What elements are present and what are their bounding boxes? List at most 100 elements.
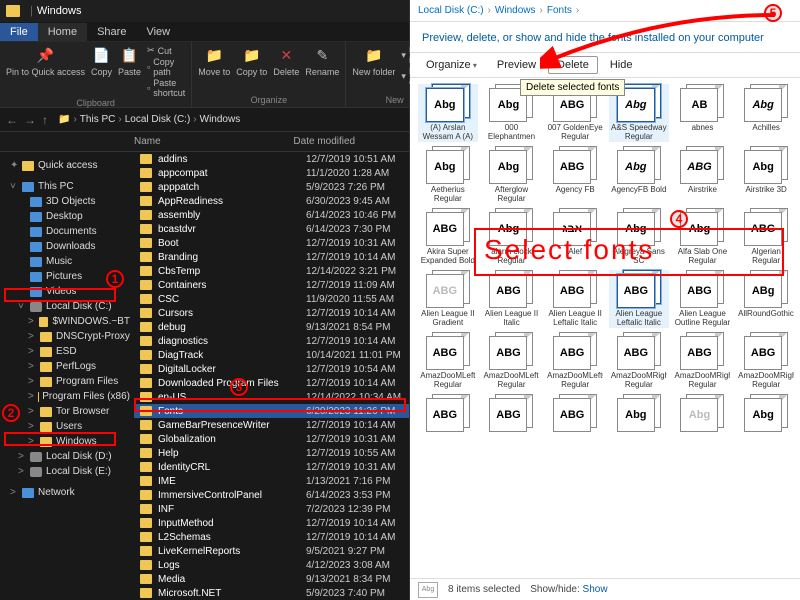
cut-button[interactable]: ✂ Cut bbox=[147, 45, 185, 56]
file-row[interactable]: DiagTrack10/14/2021 11:01 PM bbox=[134, 348, 409, 362]
font-card[interactable]: ABGAmazDooMRight2 Regular bbox=[673, 332, 733, 390]
tree-c-1[interactable]: >DNSCrypt-Proxy bbox=[0, 329, 134, 344]
font-card[interactable]: ABgAllRoundGothic- bbox=[736, 270, 796, 328]
font-card[interactable]: ABGAlien League II Leftalic Italic bbox=[545, 270, 605, 328]
file-row[interactable]: diagnostics12/7/2019 10:14 AM bbox=[134, 334, 409, 348]
font-card[interactable]: ABGAlien League II Italic bbox=[482, 270, 542, 328]
file-row[interactable]: Fonts6/20/2023 11:26 PM bbox=[134, 404, 409, 418]
tab-home[interactable]: Home bbox=[38, 23, 87, 41]
file-row[interactable]: Downloaded Program Files12/7/2019 10:14 … bbox=[134, 376, 409, 390]
font-card[interactable]: ABGAlien League Outline Regular bbox=[673, 270, 733, 328]
font-card[interactable]: Abg(A) Arslan Wessam A (A) Arslan Wessam… bbox=[418, 84, 478, 142]
tree-thispc[interactable]: ˅This PC bbox=[0, 179, 134, 194]
forward-icon[interactable]: → bbox=[24, 113, 36, 127]
font-card[interactable]: ABGAmazDooMRightOutline Regular bbox=[736, 332, 796, 390]
tree-pc-1[interactable]: Desktop bbox=[0, 209, 134, 224]
tree-c-6[interactable]: >Tor Browser bbox=[0, 404, 134, 419]
font-card[interactable]: אבגAlef bbox=[545, 208, 605, 266]
font-card[interactable]: ABGAmazDooMLeftOutline Regular bbox=[545, 332, 605, 390]
tree-locald[interactable]: >Local Disk (D:) bbox=[0, 449, 134, 464]
file-row[interactable]: assembly6/14/2023 10:46 PM bbox=[134, 208, 409, 222]
file-row[interactable]: Boot12/7/2019 10:31 AM bbox=[134, 236, 409, 250]
font-card[interactable]: Abg bbox=[609, 394, 669, 452]
back-icon[interactable]: ← bbox=[6, 113, 18, 127]
copypath-button[interactable]: ▫ Copy path bbox=[147, 57, 185, 77]
file-row[interactable]: debug9/13/2021 8:54 PM bbox=[134, 320, 409, 334]
pin-button[interactable]: 📌Pin to Quick access bbox=[6, 45, 85, 98]
tree-pc-5[interactable]: Pictures bbox=[0, 269, 134, 284]
file-row[interactable]: DigitalLocker12/7/2019 10:54 AM bbox=[134, 362, 409, 376]
file-row[interactable]: Containers12/7/2019 11:09 AM bbox=[134, 278, 409, 292]
hide-button[interactable]: Hide bbox=[602, 57, 641, 73]
tree-c-2[interactable]: >ESD bbox=[0, 344, 134, 359]
file-row[interactable]: Logs4/12/2023 3:08 AM bbox=[134, 558, 409, 572]
tree-network[interactable]: >Network bbox=[0, 485, 134, 500]
file-row[interactable]: Branding12/7/2019 10:14 AM bbox=[134, 250, 409, 264]
file-row[interactable]: GameBarPresenceWriter12/7/2019 10:14 AM bbox=[134, 418, 409, 432]
pasteshortcut-button[interactable]: ▫ Paste shortcut bbox=[147, 78, 185, 98]
file-row[interactable]: CbsTemp12/14/2022 3:21 PM bbox=[134, 264, 409, 278]
file-row[interactable]: LiveKernelReports9/5/2021 9:27 PM bbox=[134, 544, 409, 558]
file-row[interactable]: InputMethod12/7/2019 10:14 AM bbox=[134, 516, 409, 530]
file-row[interactable]: INF7/2/2023 12:39 PM bbox=[134, 502, 409, 516]
font-card[interactable]: ABGAmazDooMRight Regular bbox=[609, 332, 669, 390]
font-card[interactable]: ABGAlgerian Regular bbox=[736, 208, 796, 266]
tree-c-5[interactable]: >Program Files (x86) bbox=[0, 389, 134, 404]
file-row[interactable]: en-US12/14/2022 10:34 AM bbox=[134, 390, 409, 404]
tree-pc-2[interactable]: Documents bbox=[0, 224, 134, 239]
file-row[interactable]: IdentityCRL12/7/2019 10:31 AM bbox=[134, 460, 409, 474]
tree-c-0[interactable]: >$WINDOWS.~BT bbox=[0, 314, 134, 329]
tree-pc-4[interactable]: Music bbox=[0, 254, 134, 269]
tree-c-7[interactable]: >Users bbox=[0, 419, 134, 434]
file-row[interactable]: CSC11/9/2020 11:55 AM bbox=[134, 292, 409, 306]
file-row[interactable]: AppReadiness6/30/2023 9:45 AM bbox=[134, 194, 409, 208]
breadcrumb[interactable]: ← → ↑ 📁› This PC› Local Disk (C:)› Windo… bbox=[0, 108, 409, 132]
tab-share[interactable]: Share bbox=[87, 23, 136, 41]
organize-button[interactable]: Organize bbox=[418, 57, 485, 73]
file-row[interactable]: Microsoft.NET5/9/2023 7:40 PM bbox=[134, 586, 409, 600]
font-card[interactable]: Abgalarm clock Regular bbox=[482, 208, 542, 266]
font-card[interactable]: ABGAmazDooMLeft Regular bbox=[418, 332, 478, 390]
font-card[interactable]: ABGAgency FB bbox=[545, 146, 605, 204]
font-card[interactable]: ABGAlien League II Gradient bbox=[418, 270, 478, 328]
font-card[interactable]: ABabnes bbox=[673, 84, 733, 142]
file-row[interactable]: bcastdvr6/14/2023 7:30 PM bbox=[134, 222, 409, 236]
file-row[interactable]: Cursors12/7/2019 10:14 AM bbox=[134, 306, 409, 320]
file-row[interactable]: Globalization12/7/2019 10:31 AM bbox=[134, 432, 409, 446]
tree-localc[interactable]: ˅Local Disk (C:) bbox=[0, 299, 134, 314]
file-row[interactable]: Media9/13/2021 8:34 PM bbox=[134, 572, 409, 586]
font-card[interactable]: ABGAirstrike bbox=[673, 146, 733, 204]
font-card[interactable]: AbgAfterglow Regular bbox=[482, 146, 542, 204]
font-card[interactable]: ABGAmazDooMLeft2 Regular bbox=[482, 332, 542, 390]
tree-c-8[interactable]: >Windows bbox=[0, 434, 134, 449]
column-headers[interactable]: Name Date modified bbox=[0, 132, 409, 152]
font-card[interactable]: ABGAlien League Leftalic Italic bbox=[609, 270, 669, 328]
file-row[interactable]: ImmersiveControlPanel6/14/2023 3:53 PM bbox=[134, 488, 409, 502]
up-icon[interactable]: ↑ bbox=[42, 113, 48, 127]
tree-c-4[interactable]: >Program Files bbox=[0, 374, 134, 389]
font-card[interactable]: ABGAkira Super Expanded Bold bbox=[418, 208, 478, 266]
font-card[interactable]: AbgAetherius Regular bbox=[418, 146, 478, 204]
moveto-button[interactable]: 📁Move to bbox=[198, 45, 230, 77]
tree-pc-0[interactable]: 3D Objects bbox=[0, 194, 134, 209]
font-card[interactable]: ABG bbox=[482, 394, 542, 452]
font-card[interactable]: Abg bbox=[736, 394, 796, 452]
font-card[interactable]: AbgAirstrike 3D bbox=[736, 146, 796, 204]
rename-button[interactable]: ✎Rename bbox=[305, 45, 339, 77]
file-row[interactable]: addins12/7/2019 10:51 AM bbox=[134, 152, 409, 166]
font-card[interactable]: AbgAlfa Slab One Regular bbox=[673, 208, 733, 266]
tree-quick[interactable]: ✦Quick access bbox=[0, 158, 134, 173]
tab-file[interactable]: File bbox=[0, 23, 38, 41]
copyto-button[interactable]: 📁Copy to bbox=[236, 45, 267, 77]
font-card[interactable]: Abg bbox=[673, 394, 733, 452]
tree-pc-3[interactable]: Downloads bbox=[0, 239, 134, 254]
tree-pc-6[interactable]: Videos bbox=[0, 284, 134, 299]
font-card[interactable]: AbgAchilles bbox=[736, 84, 796, 142]
file-row[interactable]: appcompat11/1/2020 1:28 AM bbox=[134, 166, 409, 180]
tree-c-3[interactable]: >PerfLogs bbox=[0, 359, 134, 374]
font-card[interactable]: AbgAgencyFB Bold bbox=[609, 146, 669, 204]
file-row[interactable]: IME1/13/2021 7:16 PM bbox=[134, 474, 409, 488]
tab-view[interactable]: View bbox=[136, 23, 180, 41]
newfolder-button[interactable]: 📁New folder bbox=[352, 45, 395, 86]
delete-button[interactable]: ✕Delete bbox=[273, 45, 299, 77]
